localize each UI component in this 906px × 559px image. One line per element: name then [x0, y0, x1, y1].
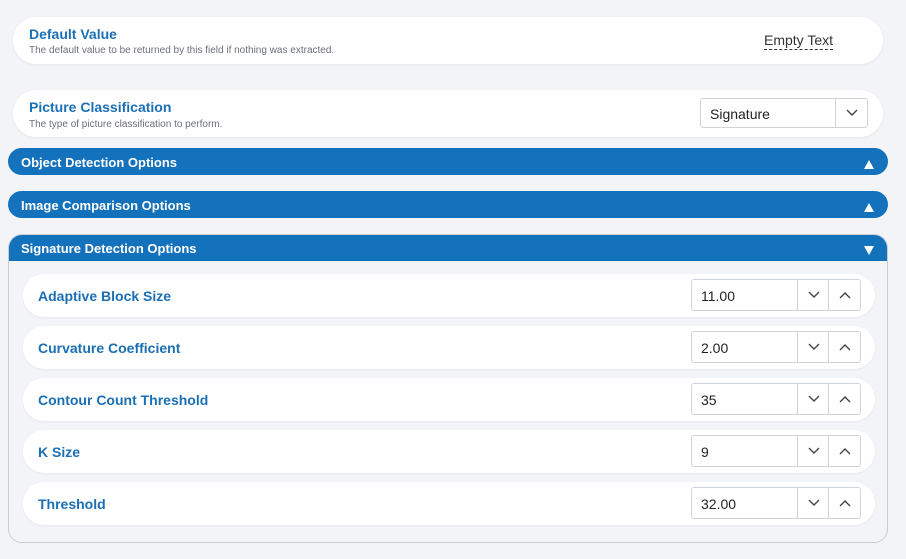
default-value-description: The default value to be returned by this…: [29, 45, 335, 56]
increment-chevron-up-icon[interactable]: [828, 436, 860, 466]
signature-detection-options-panel: Signature Detection Options Adaptive Blo…: [8, 234, 888, 543]
picture-classification-select[interactable]: Signature: [700, 98, 868, 128]
option-row-threshold: Threshold 32.00: [23, 482, 875, 525]
number-value[interactable]: 9: [701, 444, 709, 460]
option-row-adaptive-block-size: Adaptive Block Size 11.00: [23, 274, 875, 317]
number-value[interactable]: 32.00: [701, 496, 736, 512]
chevron-down-icon[interactable]: [835, 99, 867, 127]
object-detection-options-label: Object Detection Options: [21, 155, 178, 170]
option-label: Contour Count Threshold: [38, 392, 209, 408]
triangle-down-icon: [864, 242, 874, 260]
image-comparison-options-header[interactable]: Image Comparison Options: [8, 191, 888, 218]
picture-classification-title: Picture Classification: [29, 99, 172, 115]
increment-chevron-up-icon[interactable]: [828, 488, 860, 518]
picture-classification-selected: Signature: [710, 106, 770, 122]
option-row-k-size: K Size 9: [23, 430, 875, 473]
picture-classification-description: The type of picture classification to pe…: [29, 119, 223, 130]
signature-detection-options-label: Signature Detection Options: [21, 241, 197, 256]
default-value-card: Default Value The default value to be re…: [13, 17, 883, 64]
decrement-chevron-down-icon[interactable]: [797, 384, 829, 414]
signature-detection-options-header[interactable]: Signature Detection Options: [9, 235, 887, 261]
default-value-editable[interactable]: Empty Text: [764, 32, 833, 50]
option-label: Adaptive Block Size: [38, 288, 172, 304]
number-input[interactable]: 32.00: [691, 487, 861, 519]
decrement-chevron-down-icon[interactable]: [797, 332, 829, 362]
default-value-title: Default Value: [29, 26, 117, 42]
option-row-curvature-coefficient: Curvature Coefficient 2.00: [23, 326, 875, 369]
option-label: Threshold: [38, 496, 106, 512]
image-comparison-options-label: Image Comparison Options: [21, 198, 191, 213]
number-input[interactable]: 11.00: [691, 279, 861, 311]
number-value[interactable]: 2.00: [701, 340, 728, 356]
option-label: Curvature Coefficient: [38, 340, 181, 356]
triangle-up-icon: [864, 199, 874, 217]
number-value[interactable]: 35: [701, 392, 717, 408]
picture-classification-card: Picture Classification The type of pictu…: [13, 90, 883, 137]
decrement-chevron-down-icon[interactable]: [797, 436, 829, 466]
decrement-chevron-down-icon[interactable]: [797, 488, 829, 518]
number-input[interactable]: 9: [691, 435, 861, 467]
increment-chevron-up-icon[interactable]: [828, 280, 860, 310]
number-input[interactable]: 35: [691, 383, 861, 415]
option-label: K Size: [38, 444, 81, 460]
triangle-up-icon: [864, 156, 874, 174]
number-input[interactable]: 2.00: [691, 331, 861, 363]
number-value[interactable]: 11.00: [701, 288, 735, 304]
option-row-contour-count-threshold: Contour Count Threshold 35: [23, 378, 875, 421]
increment-chevron-up-icon[interactable]: [828, 332, 860, 362]
object-detection-options-header[interactable]: Object Detection Options: [8, 148, 888, 175]
decrement-chevron-down-icon[interactable]: [797, 280, 829, 310]
increment-chevron-up-icon[interactable]: [828, 384, 860, 414]
